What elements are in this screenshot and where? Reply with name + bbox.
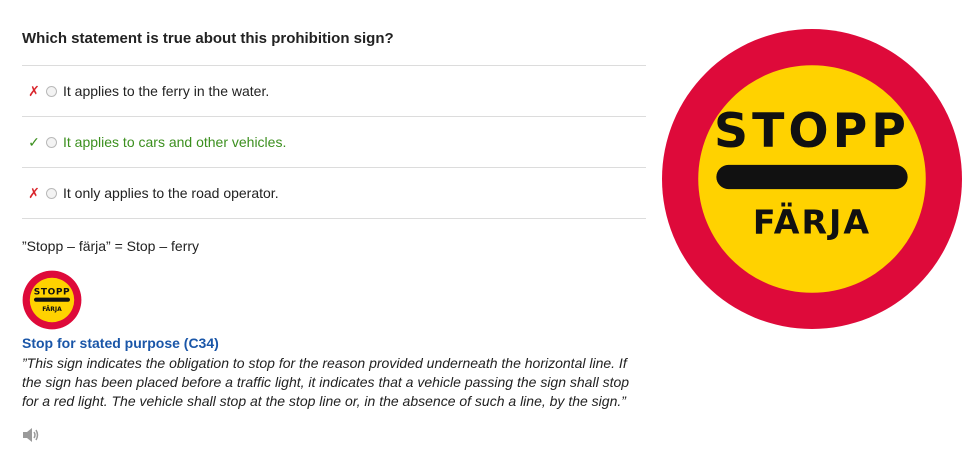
answer-label: It only applies to the road operator.: [63, 185, 279, 201]
sign-description: ”This sign indicates the obligation to s…: [22, 355, 630, 409]
radio-button[interactable]: [46, 187, 57, 199]
answer-list: ✗ It applies to the ferry in the water. …: [22, 65, 646, 219]
answer-option-1[interactable]: ✗ It applies to the ferry in the water.: [22, 66, 646, 117]
radio-button[interactable]: [46, 85, 57, 97]
answer-label: It applies to cars and other vehicles.: [63, 134, 287, 150]
sign-top-text: STOPP: [714, 104, 910, 159]
radio-button[interactable]: [46, 136, 57, 148]
quiz-page: Which statement is true about this prohi…: [0, 0, 968, 467]
answer-option-2[interactable]: ✓ It applies to cars and other vehicles.: [22, 117, 646, 168]
correct-mark-icon: ✓: [28, 133, 40, 150]
answer-option-3[interactable]: ✗ It only applies to the road operator.: [22, 168, 646, 219]
stopp-farja-sign-thumbnail: STOPP FÄRJA: [22, 270, 82, 330]
wrong-mark-icon: ✗: [28, 184, 40, 201]
speaker-icon[interactable]: [22, 427, 40, 443]
sign-bottom-text: FÄRJA: [753, 201, 871, 241]
wrong-mark-icon: ✗: [28, 82, 40, 99]
stopp-farja-sign-large: STOPP FÄRJA: [662, 29, 962, 329]
explanation-text: ”Stopp – färja” = Stop – ferry: [22, 238, 200, 254]
sign-bottom-text: FÄRJA: [42, 306, 62, 313]
sign-top-text: STOPP: [34, 288, 70, 298]
sign-title: Stop for stated purpose (C34): [22, 335, 219, 351]
answer-label: It applies to the ferry in the water.: [63, 83, 270, 99]
question-text: Which statement is true about this prohi…: [22, 30, 394, 47]
